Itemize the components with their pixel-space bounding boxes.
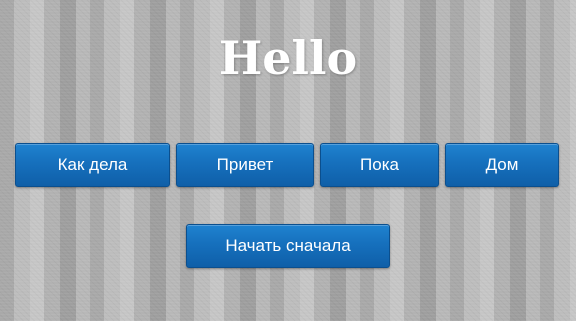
- hello-button[interactable]: Привет: [176, 143, 314, 187]
- bye-button[interactable]: Пока: [320, 143, 439, 187]
- page-title: Hello: [218, 31, 358, 85]
- home-button[interactable]: Дом: [445, 143, 559, 187]
- restart-button[interactable]: Начать сначала: [186, 224, 390, 268]
- how-are-you-button[interactable]: Как дела: [15, 143, 170, 187]
